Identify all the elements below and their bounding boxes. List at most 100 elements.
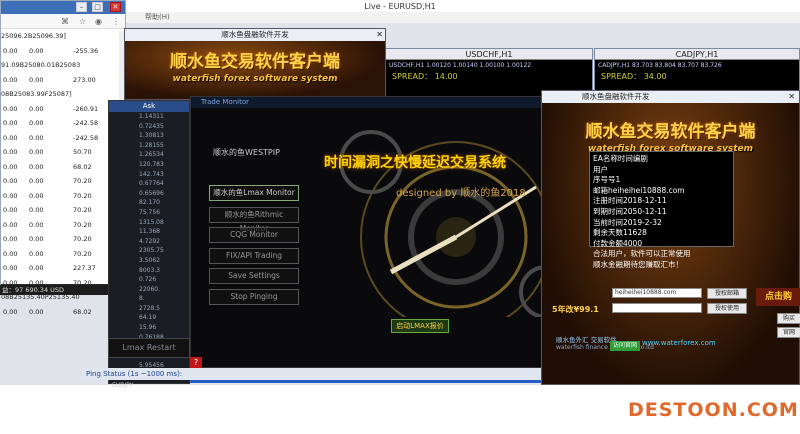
brand-subtitle: waterfish forex software system [172,74,338,84]
buy-button[interactable]: 购买 [777,313,800,324]
info-line: 序号号1 [593,175,621,185]
software-window-right: 顺水鱼盘融软件开发 ✕ 顺水鱼交易软件客户端 waterfish forex s… [541,90,800,385]
browser-tabbar: – □ ✕ [1,1,125,14]
price-row: 0.726 [139,276,157,284]
star-icon[interactable]: ☆ [79,17,86,26]
browser-toolbar: ⌘ ☆ ◉ ⋮ [1,14,125,29]
brand-title: 顺水鱼交易软件客户端 [170,52,340,72]
close-icon[interactable]: ✕ [788,91,795,103]
info-line: 合法用户，软件可以正常使用 [593,249,691,259]
table-row: 25096.2B25096.39] [1,32,66,40]
price-ticker: 5年改¥99.1 [552,305,599,314]
authorize-use-button[interactable]: 授权使用 [707,303,747,314]
table-row: 08B25083.99F25087] [1,90,72,98]
price-row: 2728.5 [139,304,160,312]
watermark: DESTOON.COM [628,399,799,421]
save-settings-button[interactable]: Save Settings [209,268,299,284]
table-row: 0.00 0.00 68.02 [3,307,92,316]
menu-icon[interactable]: ⋮ [112,17,120,26]
ping-status: Ping Status (1s ~1000 ms): [82,368,542,380]
table-row: 0.00 0.00 -255.36 [3,46,99,55]
price-row: 22060. [139,285,160,293]
designed-by: designed by 顺水的鱼2018 [396,188,526,199]
chart-info: CADJPY,H1 83.703 83.804 83.707 83.726 [598,62,722,69]
table-row: 0.00 0.00 70.20 [3,177,92,185]
table-row: 0.00 0.00 70.20 [3,220,92,229]
rithmic-monitor-button[interactable]: 顺水的鱼Rithmic Monitor [209,207,299,233]
info-line: 剩余天数11628 [593,228,647,238]
price-row: 1.30813 [139,132,164,140]
table-row: 0.00 0.00 70.20 [3,191,92,200]
fix-api-button[interactable]: FIX/API Trading [209,248,299,264]
close-icon[interactable]: ✕ [376,29,383,41]
table-row: 0.00 0.00 -260.91 [3,104,99,113]
software-window-left: 顺水鱼盘融软件开发 ✕ 顺水鱼交易软件客户端 waterfish forex s… [124,28,386,100]
stop-pinging-button[interactable]: Stop Pinging [209,289,299,305]
visit-site-button[interactable]: 访问官网 [610,341,640,351]
price-row: 3.5062 [139,256,160,264]
cqg-monitor-button[interactable]: CQG Monitor [209,227,299,243]
price-row: 64.19 [139,314,157,322]
info-line: 注册时间2018-12-11 [593,196,667,206]
price-row: 0.67764 [139,180,164,188]
price-row: 0.65696 [139,189,164,197]
price-row: 75.756 [139,208,160,216]
table-row: 91.09B25080.01B25083 [1,61,81,69]
table-row: 0.00 0.00 227.37 [3,264,96,272]
account-icon[interactable]: ◉ [95,17,102,26]
click-buy-button[interactable]: 点击购 [756,288,800,306]
chart-title: USDCHF,H1 [386,49,592,60]
chart-title: CADJPY,H1 [595,49,799,60]
price-row: 1315.08 [139,218,164,226]
price-row: 1.14311 [139,113,164,120]
info-line: 到期时间2050-12-11 [593,206,667,216]
clock-graphic [339,130,541,317]
price-row: 82.170 [139,199,160,207]
start-lmax-button[interactable]: 启动LMAX报价 [391,319,449,333]
price-row: 142.743 [139,170,164,178]
chart-spread: SPREAD： 14.00 [392,72,458,81]
info-line: 顺水金融期待您赚取汇市！ [593,259,683,269]
minimize-button[interactable]: – [76,2,87,12]
price-row: 1.28155 [139,141,164,149]
headline: 时间漏洞之快慢延迟交易系统 [324,155,506,171]
price-row: 8003.3 [139,266,160,274]
info-line: 邮箱heiheihei10888.com [593,185,685,195]
translate-icon[interactable]: ⌘ [61,17,69,26]
table-row: 0.00 0.00 70.20 [3,235,92,243]
mt4-menu[interactable]: 帮助(H) [125,12,800,23]
symbol-label: EURJPY [112,381,134,389]
table-row: 0.00 0.00 -242.58 [3,119,99,127]
table-row: 0.00 0.00 70.20 [3,206,92,214]
window-title: 顺水鱼盘融软件开发 ✕ [125,29,385,41]
info-line: EA名称时间编剧 [593,154,648,163]
table-row: 0.00 0.00 273.00 [3,75,96,84]
key-input[interactable] [612,303,702,313]
brand-title: 顺水鱼交易软件客户端 [585,122,756,142]
price-header: Ask [109,101,189,112]
website-button[interactable]: 官网 [777,327,800,338]
lmax-monitor-button[interactable]: 顺水的鱼Lmax Monitor [209,185,299,201]
ea-label: 顺水鱼外汇 交易软件 [556,336,617,344]
maximize-button[interactable]: □ [92,2,103,12]
price-row: 11.368 [139,228,160,236]
site-link[interactable]: www.waterforex.com [642,339,716,347]
table-row: 0.00 0.00 -242.58 [3,133,99,142]
price-row: 2305.75 [139,247,164,255]
price-row: 1.26534 [139,151,164,159]
price-row: 0.72435 [139,122,164,130]
price-row: 120.783 [139,160,164,168]
email-input[interactable]: heiheihei10888.com [612,288,702,298]
trade-monitor-window: Trade Monitor 顺水的鱼WESTPIP 顺水的鱼Lmax Monit… [190,96,542,368]
table-row: 0.00 0.00 50.70 [3,148,92,156]
price-row: 15.96 [139,324,157,332]
authorize-email-button[interactable]: 授权邮箱 [707,288,747,299]
chart-spread: SPREAD： 34.00 [601,72,667,81]
info-line: 用户 [593,164,608,174]
browser-content: 25096.2B25096.39] 0.00 0.00 -255.36 91.09B25… [1,29,125,319]
window-title: 顺水鱼盘融软件开发 ✕ [542,91,799,103]
lmax-restart-button[interactable]: Lmax Restart [108,338,190,358]
close-button[interactable]: ✕ [110,2,121,12]
info-line: 当前时间2019-2-32 [593,217,662,227]
westpip-label: 顺水的鱼WESTPIP [213,148,280,157]
